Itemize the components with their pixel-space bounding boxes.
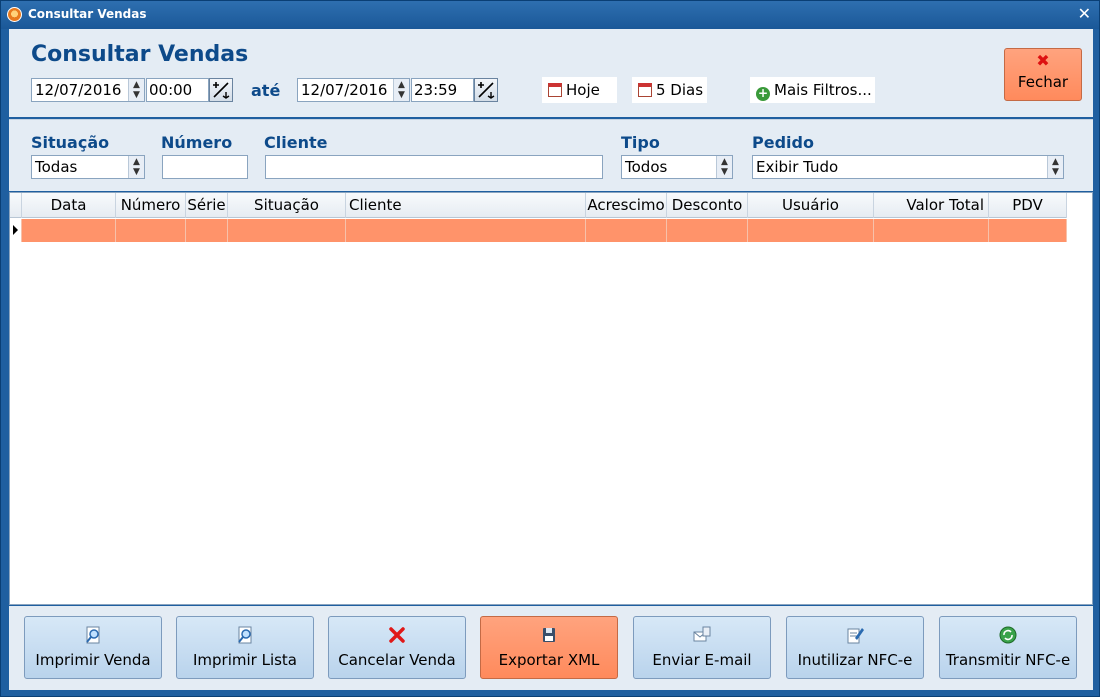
chevron-down-icon[interactable]: ▲ ▼ bbox=[1047, 156, 1063, 178]
col-data[interactable]: Data bbox=[22, 193, 116, 218]
col-desconto[interactable]: Desconto bbox=[667, 193, 748, 218]
situacao-select[interactable]: Todas ▲ ▼ bbox=[31, 155, 145, 179]
grid-cell[interactable] bbox=[116, 219, 186, 242]
close-x-icon: ✖ bbox=[1036, 51, 1050, 70]
date-from-field[interactable]: 12/07/2016 ▲ ▼ bbox=[31, 78, 145, 102]
col-situacao[interactable]: Situação bbox=[228, 193, 346, 218]
edit-document-icon bbox=[847, 628, 864, 644]
page-title: Consultar Vendas bbox=[31, 42, 249, 67]
app-window: Consultar Vendas ✕ Consultar Vendas 12/0… bbox=[0, 0, 1100, 697]
exportar-xml-button[interactable]: Exportar XML bbox=[480, 616, 618, 679]
header-panel: Consultar Vendas 12/07/2016 ▲ ▼ 00:00 até… bbox=[9, 29, 1093, 117]
grid-cell[interactable] bbox=[586, 219, 667, 242]
col-usuario[interactable]: Usuário bbox=[748, 193, 874, 218]
calendar-icon bbox=[548, 83, 562, 97]
cancel-x-icon bbox=[389, 627, 405, 643]
imprimir-venda-button[interactable]: Imprimir Venda bbox=[24, 616, 162, 679]
situacao-value: Todas bbox=[35, 158, 78, 176]
tipo-label: Tipo bbox=[621, 133, 660, 152]
col-serie[interactable]: Série bbox=[186, 193, 228, 218]
print-preview-icon bbox=[86, 626, 100, 644]
calendar-icon bbox=[638, 83, 652, 97]
cinco-dias-label: 5 Dias bbox=[656, 81, 704, 99]
numero-input[interactable] bbox=[162, 155, 248, 179]
grid-cell[interactable] bbox=[346, 219, 586, 242]
cliente-label: Cliente bbox=[264, 133, 328, 152]
grid-cell[interactable] bbox=[748, 219, 874, 242]
inutilizar-nfce-label: Inutilizar NFC-e bbox=[797, 651, 913, 669]
time-to-value: 23:59 bbox=[414, 81, 458, 99]
cancelar-venda-label: Cancelar Venda bbox=[338, 651, 456, 669]
pedido-select[interactable]: Exibir Tudo ▲ ▼ bbox=[752, 155, 1064, 179]
action-bar: Imprimir Venda Imprimir Lista Cancelar V… bbox=[9, 606, 1093, 690]
filters-panel: Situação Todas ▲ ▼ Número Cliente Tipo To… bbox=[9, 119, 1093, 191]
grid-corner bbox=[10, 193, 22, 218]
cliente-input[interactable] bbox=[265, 155, 603, 179]
col-pdv[interactable]: PDV bbox=[989, 193, 1067, 218]
tipo-select[interactable]: Todos ▲ ▼ bbox=[621, 155, 733, 179]
sync-icon bbox=[999, 626, 1017, 644]
transmitir-nfce-button[interactable]: Transmitir NFC-e bbox=[939, 616, 1077, 679]
date-to-field[interactable]: 12/07/2016 ▲ ▼ bbox=[297, 78, 410, 102]
pedido-value: Exibir Tudo bbox=[756, 158, 839, 176]
enviar-email-button[interactable]: Enviar E-mail bbox=[633, 616, 771, 679]
time-from-value: 00:00 bbox=[149, 81, 193, 99]
numero-label: Número bbox=[161, 133, 233, 152]
situacao-label: Situação bbox=[31, 133, 110, 152]
ate-label: até bbox=[251, 81, 281, 100]
window-title: Consultar Vendas bbox=[28, 7, 147, 21]
tipo-value: Todos bbox=[625, 158, 668, 176]
time-adjust-icon bbox=[213, 82, 230, 99]
row-indicator-icon bbox=[13, 225, 18, 235]
date-from-spin-icon[interactable]: ▲ ▼ bbox=[128, 79, 144, 101]
time-to-spin-button[interactable] bbox=[474, 78, 498, 102]
time-to-field[interactable]: 23:59 bbox=[411, 78, 474, 102]
plus-circle-icon: + bbox=[756, 86, 770, 101]
chevron-down-icon[interactable]: ▲ ▼ bbox=[716, 156, 732, 178]
hoje-label: Hoje bbox=[566, 81, 600, 99]
cinco-dias-button[interactable]: 5 Dias bbox=[632, 77, 707, 103]
app-icon bbox=[7, 7, 22, 22]
grid-cell[interactable] bbox=[22, 219, 116, 242]
time-from-field[interactable]: 00:00 bbox=[146, 78, 209, 102]
pedido-label: Pedido bbox=[752, 133, 814, 152]
cancelar-venda-button[interactable]: Cancelar Venda bbox=[328, 616, 466, 679]
mais-filtros-button[interactable]: + Mais Filtros... bbox=[750, 77, 875, 103]
sales-grid[interactable]: Data Número Série Situação Cliente Acres… bbox=[9, 192, 1093, 605]
table-row[interactable] bbox=[10, 219, 1067, 242]
transmitir-nfce-label: Transmitir NFC-e bbox=[945, 651, 1071, 669]
imprimir-venda-label: Imprimir Venda bbox=[35, 651, 151, 669]
grid-cell[interactable] bbox=[874, 219, 989, 242]
close-icon[interactable]: ✕ bbox=[1078, 4, 1091, 23]
grid-header: Data Número Série Situação Cliente Acres… bbox=[10, 193, 1067, 218]
imprimir-lista-label: Imprimir Lista bbox=[192, 651, 298, 669]
exportar-xml-label: Exportar XML bbox=[498, 651, 600, 669]
email-icon bbox=[693, 626, 711, 642]
save-export-icon bbox=[543, 628, 555, 642]
col-valor-total[interactable]: Valor Total bbox=[874, 193, 989, 218]
imprimir-lista-button[interactable]: Imprimir Lista bbox=[176, 616, 314, 679]
date-to-spin-icon[interactable]: ▲ ▼ bbox=[393, 79, 409, 101]
grid-cell[interactable] bbox=[989, 219, 1067, 242]
hoje-button[interactable]: Hoje bbox=[542, 77, 617, 103]
time-adjust-icon bbox=[478, 82, 495, 99]
fechar-label: Fechar bbox=[1017, 73, 1069, 91]
chevron-down-icon[interactable]: ▲ ▼ bbox=[128, 156, 144, 178]
grid-cell[interactable] bbox=[228, 219, 346, 242]
grid-cell[interactable] bbox=[667, 219, 748, 242]
fechar-button[interactable]: ✖ Fechar bbox=[1004, 48, 1082, 101]
enviar-email-label: Enviar E-mail bbox=[652, 651, 752, 669]
title-bar: Consultar Vendas ✕ bbox=[1, 1, 1099, 29]
print-preview-icon bbox=[238, 626, 252, 644]
date-to-value: 12/07/2016 bbox=[301, 81, 388, 99]
grid-cell[interactable] bbox=[186, 219, 228, 242]
inutilizar-nfce-button[interactable]: Inutilizar NFC-e bbox=[786, 616, 924, 679]
time-from-spin-button[interactable] bbox=[209, 78, 233, 102]
mais-filtros-label: Mais Filtros... bbox=[774, 81, 872, 99]
col-numero[interactable]: Número bbox=[116, 193, 186, 218]
col-cliente[interactable]: Cliente bbox=[346, 193, 586, 218]
date-from-value: 12/07/2016 bbox=[35, 81, 122, 99]
col-acrescimo[interactable]: Acrescimo bbox=[586, 193, 667, 218]
